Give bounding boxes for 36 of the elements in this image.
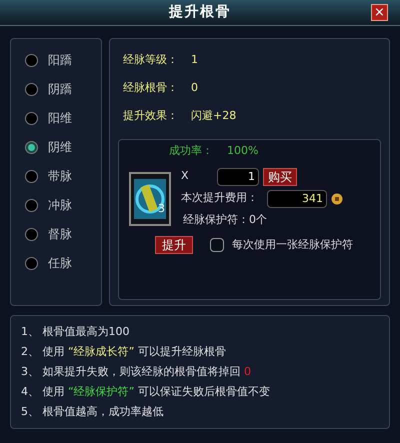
protect-count: 经脉保护符：0个 [182, 212, 268, 228]
stat-value: 1 [191, 52, 198, 68]
note-text: 1、 根骨值最高为100 [21, 324, 130, 340]
stat-label: 提升效果： [123, 108, 179, 124]
success-value: 100% [227, 143, 258, 159]
close-button[interactable]: × [371, 4, 388, 21]
meridian-radio[interactable]: 阳蹻 [25, 51, 101, 69]
protect-option-label: 每次使用一张经脉保护符 [232, 236, 353, 253]
success-label: 成功率： [169, 143, 213, 159]
note-text: 3、 如果提升失败，则该经脉的根骨值将掉回 0 [21, 364, 252, 380]
meridian-radio[interactable]: 带脉 [25, 167, 101, 185]
item-slot[interactable]: 3 [129, 172, 171, 226]
note-text: 5、 根骨值越高，成功率越低 [21, 404, 164, 420]
protect-checkbox[interactable] [210, 238, 224, 252]
stat-label: 经脉等级： [123, 52, 179, 68]
window-title: 提升根骨 [169, 3, 231, 22]
stat-value: 0 [191, 80, 198, 96]
meridian-radio[interactable]: 阴蹻 [25, 80, 101, 98]
buy-button[interactable]: 购买 [263, 168, 297, 186]
note-text: 2、 使用 “经脉成长符” 可以提升经脉根骨 [21, 344, 227, 360]
talisman-icon [134, 178, 166, 218]
upgrade-button[interactable]: 提升 [155, 236, 193, 254]
stat-value: 闪避+28 [191, 108, 236, 124]
stat-label: 经脉根骨： [123, 80, 179, 96]
cost-field: 341 [267, 190, 327, 208]
meridian-radio[interactable]: 阴维 [25, 138, 101, 156]
meridian-radio[interactable]: 阳维 [25, 109, 101, 127]
quantity-field[interactable]: 1 [217, 168, 259, 186]
meridian-radio[interactable]: 冲脉 [25, 196, 101, 214]
meridian-radio[interactable]: 任脉 [25, 254, 101, 272]
note-text: 4、 使用 “经脉保护符” 可以保证失败后根骨值不变 [21, 384, 271, 400]
multiply-sign: X [181, 168, 190, 184]
item-count: 3 [158, 201, 165, 217]
cost-label: 本次提升费用： [181, 190, 259, 206]
meridian-radio[interactable]: 督脉 [25, 225, 101, 243]
coin-icon [331, 192, 343, 204]
